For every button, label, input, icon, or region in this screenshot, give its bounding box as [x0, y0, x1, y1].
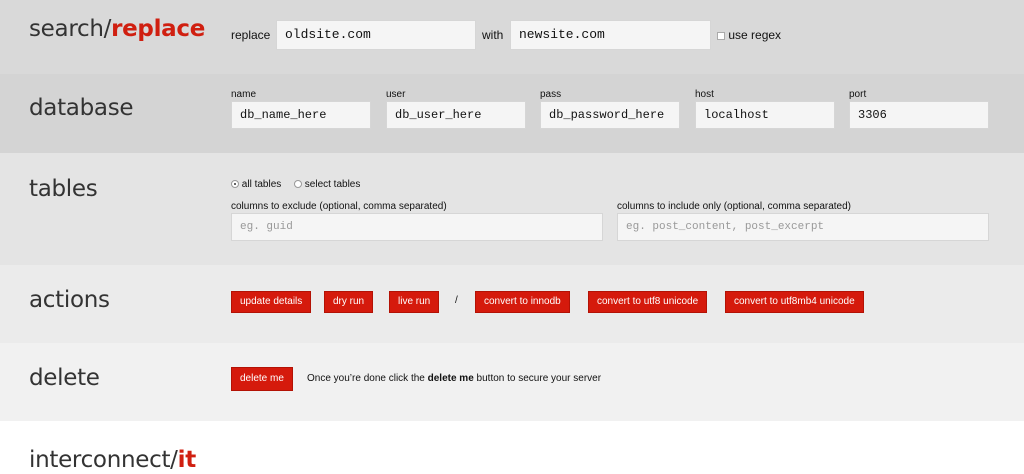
search-replace-heading: search/replace [29, 16, 205, 42]
database-section: database name db_name_here user db_user_… [0, 74, 1024, 153]
with-input[interactable]: newsite.com [510, 20, 711, 50]
include-columns-input[interactable]: eg. post_content, post_excerpt [617, 213, 989, 241]
search-title-prefix: search/ [29, 16, 112, 42]
db-pass-input[interactable]: db_password_here [540, 101, 680, 129]
select-tables-radio[interactable] [294, 180, 302, 189]
database-heading: database [29, 95, 134, 121]
tables-heading: tables [29, 176, 98, 202]
delete-message-start: Once you’re done click the [307, 373, 428, 384]
brand-prefix: interconnect/ [29, 447, 178, 473]
include-columns-label: columns to include only (optional, comma… [617, 201, 852, 212]
delete-message: Once you’re done click the delete me but… [307, 373, 601, 384]
db-host-input[interactable]: localhost [695, 101, 835, 129]
live-run-button[interactable]: live run [389, 291, 440, 313]
exclude-columns-input[interactable]: eg. guid [231, 213, 603, 241]
delete-section: delete delete me Once you’re done click … [0, 343, 1024, 421]
brand-suffix: it [177, 447, 197, 473]
select-tables-option[interactable]: select tables [294, 179, 360, 190]
convert-utf8mb4-button[interactable]: convert to utf8mb4 unicode [725, 291, 864, 313]
search-title-suffix: replace [111, 16, 206, 42]
all-tables-radio[interactable] [231, 180, 239, 189]
use-regex-label: use regex [728, 28, 782, 42]
all-tables-option[interactable]: all tables [231, 179, 281, 190]
use-regex-checkbox[interactable] [717, 31, 725, 40]
convert-innodb-button[interactable]: convert to innodb [475, 291, 570, 313]
actions-heading: actions [29, 287, 110, 313]
db-name-input[interactable]: db_name_here [231, 101, 371, 129]
convert-utf8-button[interactable]: convert to utf8 unicode [588, 291, 708, 313]
update-details-button[interactable]: update details [231, 291, 312, 313]
db-port-label: port [849, 89, 867, 100]
footer-brand: interconnect/it [29, 447, 196, 473]
db-host-label: host [695, 89, 714, 100]
delete-message-bold: delete me [427, 373, 474, 384]
use-regex-option[interactable]: use regex [717, 28, 781, 42]
footer-section: interconnect/it [0, 421, 1024, 474]
all-tables-label: all tables [241, 179, 282, 190]
db-user-input[interactable]: db_user_here [386, 101, 526, 129]
tables-section: tables all tables select tables columns … [0, 153, 1024, 265]
delete-me-button[interactable]: delete me [231, 367, 293, 391]
exclude-columns-label: columns to exclude (optional, comma sepa… [231, 201, 447, 212]
select-tables-label: select tables [304, 179, 361, 190]
dry-run-button[interactable]: dry run [324, 291, 374, 313]
replace-input[interactable]: oldsite.com [276, 20, 476, 50]
delete-heading: delete [29, 365, 100, 391]
with-label: with [482, 28, 504, 42]
replace-label: replace [231, 28, 271, 42]
actions-section: actions update details dry run live run … [0, 265, 1024, 343]
db-name-label: name [231, 89, 257, 100]
db-port-input[interactable]: 3306 [849, 101, 989, 129]
actions-separator: / [455, 295, 458, 306]
search-replace-section: search/replace replace oldsite.com with … [0, 0, 1024, 74]
delete-message-end: button to secure your server [473, 373, 602, 384]
db-pass-label: pass [540, 89, 562, 100]
db-user-label: user [386, 89, 406, 100]
